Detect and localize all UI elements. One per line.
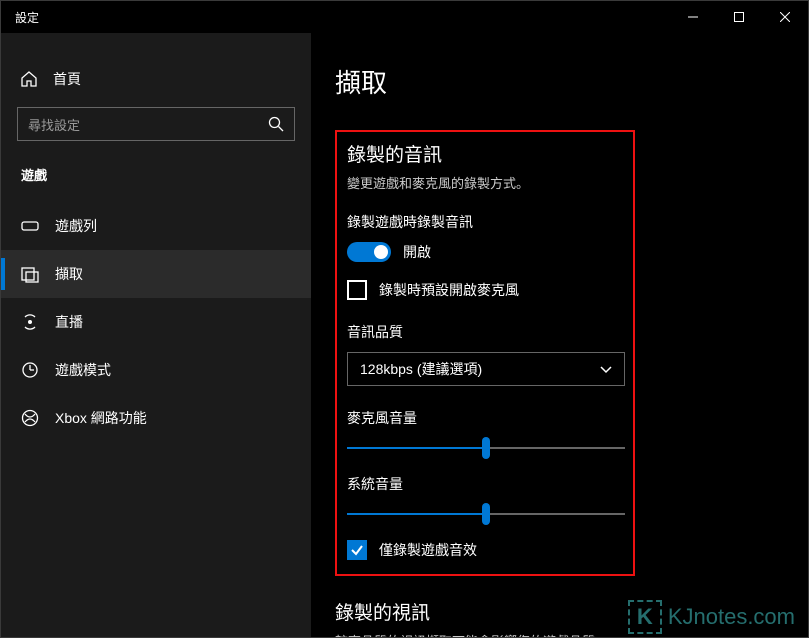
sidebar-item-xbox[interactable]: Xbox 網路功能 <box>1 394 311 442</box>
audio-quality-value: 128kbps (建議選項) <box>360 359 600 379</box>
mic-volume-slider[interactable] <box>347 436 625 460</box>
page-title: 擷取 <box>335 63 784 100</box>
sidebar-item-label: Xbox 網路功能 <box>55 408 147 428</box>
minimize-button[interactable] <box>670 1 716 33</box>
window-body: 首頁 尋找設定 遊戲 遊戲列 擷取 直播 遊戲模式 <box>1 33 808 637</box>
maximize-button[interactable] <box>716 1 762 33</box>
sidebar-item-label: 直播 <box>55 312 83 332</box>
audio-section-highlight: 錄製的音訊 變更遊戲和麥克風的錄製方式。 錄製遊戲時錄製音訊 開啟 錄製時預設開… <box>335 130 635 576</box>
home-icon <box>21 71 37 87</box>
record-audio-toggle[interactable] <box>347 242 391 262</box>
gamebar-icon <box>21 217 39 235</box>
sidebar: 首頁 尋找設定 遊戲 遊戲列 擷取 直播 遊戲模式 <box>1 33 311 637</box>
sidebar-section: 遊戲 <box>1 159 311 202</box>
audio-quality-label: 音訊品質 <box>347 322 623 342</box>
toggle-knob <box>374 245 388 259</box>
xbox-icon <box>21 409 39 427</box>
slider-fill <box>347 447 486 449</box>
sidebar-item-gamemode[interactable]: 遊戲模式 <box>1 346 311 394</box>
main-content: 擷取 錄製的音訊 變更遊戲和麥克風的錄製方式。 錄製遊戲時錄製音訊 開啟 錄製時… <box>311 33 808 637</box>
record-audio-toggle-row: 開啟 <box>347 242 623 262</box>
sidebar-item-gamebar[interactable]: 遊戲列 <box>1 202 311 250</box>
window-title: 設定 <box>15 9 39 26</box>
slider-thumb[interactable] <box>482 437 490 459</box>
game-audio-only-label: 僅錄製遊戲音效 <box>379 540 477 560</box>
gamemode-icon <box>21 361 39 379</box>
audio-heading: 錄製的音訊 <box>347 140 623 167</box>
home-label: 首頁 <box>53 69 81 89</box>
game-audio-only-row: 僅錄製遊戲音效 <box>347 540 623 560</box>
titlebar: 設定 <box>1 1 808 33</box>
sidebar-item-label: 遊戲列 <box>55 216 97 236</box>
mic-volume-label: 麥克風音量 <box>347 408 623 428</box>
mic-default-row: 錄製時預設開啟麥克風 <box>347 280 623 300</box>
search-icon <box>268 116 284 132</box>
sidebar-item-capture[interactable]: 擷取 <box>1 250 311 298</box>
game-audio-only-checkbox[interactable] <box>347 540 367 560</box>
maximize-icon <box>734 12 744 22</box>
chevron-down-icon <box>600 363 612 375</box>
watermark: K KJnotes.com <box>628 600 795 634</box>
close-icon <box>780 12 790 22</box>
slider-fill <box>347 513 486 515</box>
watermark-text: KJnotes.com <box>668 604 795 630</box>
audio-desc: 變更遊戲和麥克風的錄製方式。 <box>347 173 623 192</box>
sidebar-item-broadcast[interactable]: 直播 <box>1 298 311 346</box>
system-volume-slider[interactable] <box>347 502 625 526</box>
broadcast-icon <box>21 313 39 331</box>
capture-icon <box>21 265 39 283</box>
close-button[interactable] <box>762 1 808 33</box>
settings-window: 設定 首頁 尋找設定 遊戲 <box>0 0 809 638</box>
audio-quality-dropdown[interactable]: 128kbps (建議選項) <box>347 352 625 386</box>
sidebar-item-label: 擷取 <box>55 264 83 284</box>
slider-thumb[interactable] <box>482 503 490 525</box>
watermark-icon: K <box>628 600 662 634</box>
sidebar-item-label: 遊戲模式 <box>55 360 111 380</box>
toggle-state-label: 開啟 <box>403 242 431 262</box>
search-placeholder: 尋找設定 <box>28 115 268 134</box>
record-audio-label: 錄製遊戲時錄製音訊 <box>347 212 623 232</box>
mic-default-label: 錄製時預設開啟麥克風 <box>379 280 519 300</box>
minimize-icon <box>688 12 698 22</box>
check-icon <box>350 543 364 557</box>
mic-default-checkbox[interactable] <box>347 280 367 300</box>
search-input[interactable]: 尋找設定 <box>17 107 295 141</box>
system-volume-label: 系統音量 <box>347 474 623 494</box>
window-controls <box>670 1 808 33</box>
home-link[interactable]: 首頁 <box>1 61 311 107</box>
